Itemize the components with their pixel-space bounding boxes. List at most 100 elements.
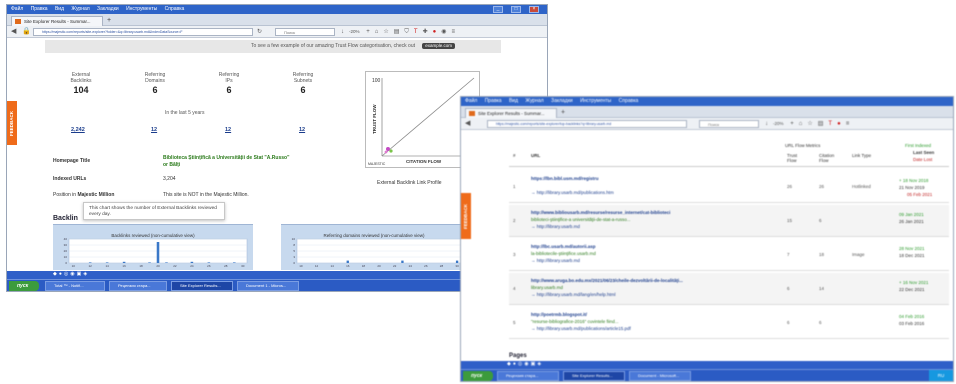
- star-icon[interactable]: ☆: [383, 29, 393, 35]
- row-source-url[interactable]: http://poetrmb.blogspot.it/: [531, 312, 771, 317]
- row-target-url[interactable]: → http://library.usarb.md: [531, 224, 771, 229]
- x-tick-label: 12: [315, 264, 319, 268]
- col-first-indexed[interactable]: First Indexed: [905, 143, 931, 148]
- x-tick-label: 20: [377, 264, 381, 268]
- row-first-indexed: 28 Nov 2021: [899, 246, 925, 251]
- col-citation-flow[interactable]: Citation Flow: [819, 153, 839, 163]
- menu-item-help[interactable]: Справка: [165, 6, 185, 12]
- row-source-url[interactable]: http://www.aruga.bo.edu.mx/2021/06/23/ch…: [531, 278, 771, 283]
- majestic-logo-text: MAJESTIC: [368, 162, 386, 166]
- minimize-button[interactable]: _: [493, 6, 503, 13]
- search-input[interactable]: Поиск: [699, 120, 759, 128]
- clipboard-icon[interactable]: ▤: [394, 29, 405, 35]
- row-trust-flow: 6: [787, 320, 790, 325]
- tab-site-explorer[interactable]: Site Explorer Results - Summar...: [465, 108, 557, 118]
- row-trust-flow: 26: [787, 184, 793, 189]
- shield-icon[interactable]: ⛉: [404, 29, 414, 35]
- taskbar-button[interactable]: Рецензия стара...: [497, 371, 559, 381]
- y-tick-label: 0: [293, 261, 295, 265]
- last5-subnets-link[interactable]: 12: [299, 127, 305, 133]
- download-icon[interactable]: ↓: [341, 29, 349, 35]
- address-bar[interactable]: https://majestic.com/reports/site-explor…: [487, 120, 687, 128]
- menu-item-bookmarks[interactable]: Закладки: [97, 6, 119, 12]
- menu-item-file[interactable]: Файл: [465, 98, 477, 104]
- address-bar[interactable]: https://majestic.com/reports/site-explor…: [33, 28, 253, 36]
- menu-item-history[interactable]: Журнал: [525, 98, 543, 104]
- y-tick-label: 5: [293, 249, 295, 253]
- row-first-indexed: + 16 Nov 2021: [899, 280, 929, 285]
- menu-icon[interactable]: ≡: [451, 29, 460, 35]
- clipboard-icon[interactable]: ▤: [818, 121, 829, 127]
- new-tab-button[interactable]: +: [107, 16, 111, 26]
- menu-item-edit[interactable]: Правка: [485, 98, 502, 104]
- example-button[interactable]: example.com: [422, 43, 455, 49]
- zoom-in-icon[interactable]: +: [790, 121, 799, 127]
- row-target-url[interactable]: → http://library.usarb.md/lang/en/help.h…: [531, 292, 771, 297]
- banner-text: To see a few example of our amazing Trus…: [251, 43, 415, 49]
- menu-icon[interactable]: ≡: [846, 121, 855, 127]
- start-button[interactable]: пуск: [9, 281, 39, 291]
- y-tick-label: 30: [64, 243, 68, 247]
- domains-reviewed-panel: Referring domains reviewed (non-cumulati…: [281, 224, 467, 270]
- menu-item-bookmarks[interactable]: Закладки: [551, 98, 573, 104]
- search-input[interactable]: Поиск: [275, 28, 335, 36]
- col-last-seen[interactable]: Last Seen: [913, 150, 934, 155]
- adblock-icon[interactable]: ●: [837, 121, 846, 127]
- x-tick-label: 26: [207, 264, 211, 268]
- zoom-level[interactable]: -20%: [773, 121, 784, 126]
- row-source-url[interactable]: http://lbc.usarb.md/autorii.asp: [531, 244, 771, 249]
- system-tray[interactable]: RU: [929, 370, 953, 381]
- taskbar-button[interactable]: Document - Microsoft...: [629, 371, 691, 381]
- quick-launch-icons[interactable]: ◆●◎◉▣◈: [507, 361, 543, 367]
- back-arrow-icon[interactable]: ◀: [11, 27, 16, 37]
- t-extension-icon[interactable]: T: [828, 121, 837, 127]
- menu-item-tools[interactable]: Инструменты: [580, 98, 611, 104]
- taskbar-button[interactable]: Рецензия стара...: [109, 281, 167, 291]
- reload-icon[interactable]: ↻: [257, 27, 262, 37]
- adblock-icon[interactable]: ●: [433, 29, 442, 35]
- menu-item-file[interactable]: Файл: [11, 6, 23, 12]
- taskbar-button[interactable]: Document 1 - Micros...: [237, 281, 299, 291]
- row-anchor-text: biblioteci-ştiinţifice-a universităţii-d…: [531, 217, 631, 222]
- taskbar-button[interactable]: Total ™ - Notifi...: [45, 281, 105, 291]
- menu-item-history[interactable]: Журнал: [71, 6, 89, 12]
- feedback-tab[interactable]: FEEDBACK: [461, 193, 471, 239]
- start-button[interactable]: пуск: [463, 371, 493, 381]
- new-tab-button[interactable]: +: [561, 108, 565, 118]
- menu-item-view[interactable]: Вид: [509, 98, 518, 104]
- download-icon[interactable]: ↓: [765, 121, 773, 127]
- menu-item-tools[interactable]: Инструменты: [126, 6, 157, 12]
- taskbar-button[interactable]: Site Explorer Results...: [171, 281, 233, 291]
- close-button[interactable]: ×: [529, 6, 539, 13]
- t-extension-icon[interactable]: T: [414, 29, 423, 35]
- menu-item-help[interactable]: Справка: [619, 98, 639, 104]
- row-target-url[interactable]: → http://library.usarb.md: [531, 258, 771, 263]
- row-source-url[interactable]: http://www.bibliousarb.md/resurse/resurs…: [531, 210, 771, 215]
- taskbar-button[interactable]: Site Explorer Results...: [563, 371, 625, 381]
- col-date-lost[interactable]: Date Lost: [913, 157, 932, 162]
- quick-launch-icons[interactable]: ◆●◎◉▣◈: [53, 271, 89, 277]
- row-target-url[interactable]: → http://library.usarb.md/publications.h…: [531, 190, 771, 195]
- menu-item-view[interactable]: Вид: [55, 6, 64, 12]
- tab-site-explorer[interactable]: Site Explorer Results - Summar...: [11, 16, 103, 26]
- row-number: 5: [513, 320, 516, 325]
- table-row: 3 http://lbc.usarb.md/autorii.asp la-bib…: [509, 239, 949, 271]
- star-icon[interactable]: ☆: [807, 121, 817, 127]
- last5-ips-link[interactable]: 12: [225, 127, 231, 133]
- back-arrow-icon[interactable]: ◀: [465, 119, 470, 129]
- col-trust-flow[interactable]: Trust Flow: [787, 153, 807, 163]
- col-link-type[interactable]: Link Type: [852, 153, 872, 158]
- row-source-url[interactable]: https://lbn.bibl.usm.md/registru: [531, 176, 771, 181]
- row-target-url[interactable]: → http://library.usarb.md/publications/a…: [531, 326, 771, 331]
- bookmark-icon[interactable]: ✚: [423, 29, 433, 35]
- zoom-level[interactable]: -20%: [349, 29, 360, 34]
- sync-icon[interactable]: ◉: [441, 29, 451, 35]
- stat-label: Backlinks: [70, 78, 92, 84]
- zoom-in-icon[interactable]: +: [366, 29, 375, 35]
- maximize-button[interactable]: □: [511, 6, 521, 13]
- menu-item-edit[interactable]: Правка: [31, 6, 48, 12]
- last5-domains-link[interactable]: 12: [151, 127, 157, 133]
- last5-backlinks-link[interactable]: 2,242: [71, 127, 85, 133]
- x-tick-label: 16: [122, 264, 126, 268]
- feedback-tab[interactable]: FEEDBACK: [7, 101, 17, 145]
